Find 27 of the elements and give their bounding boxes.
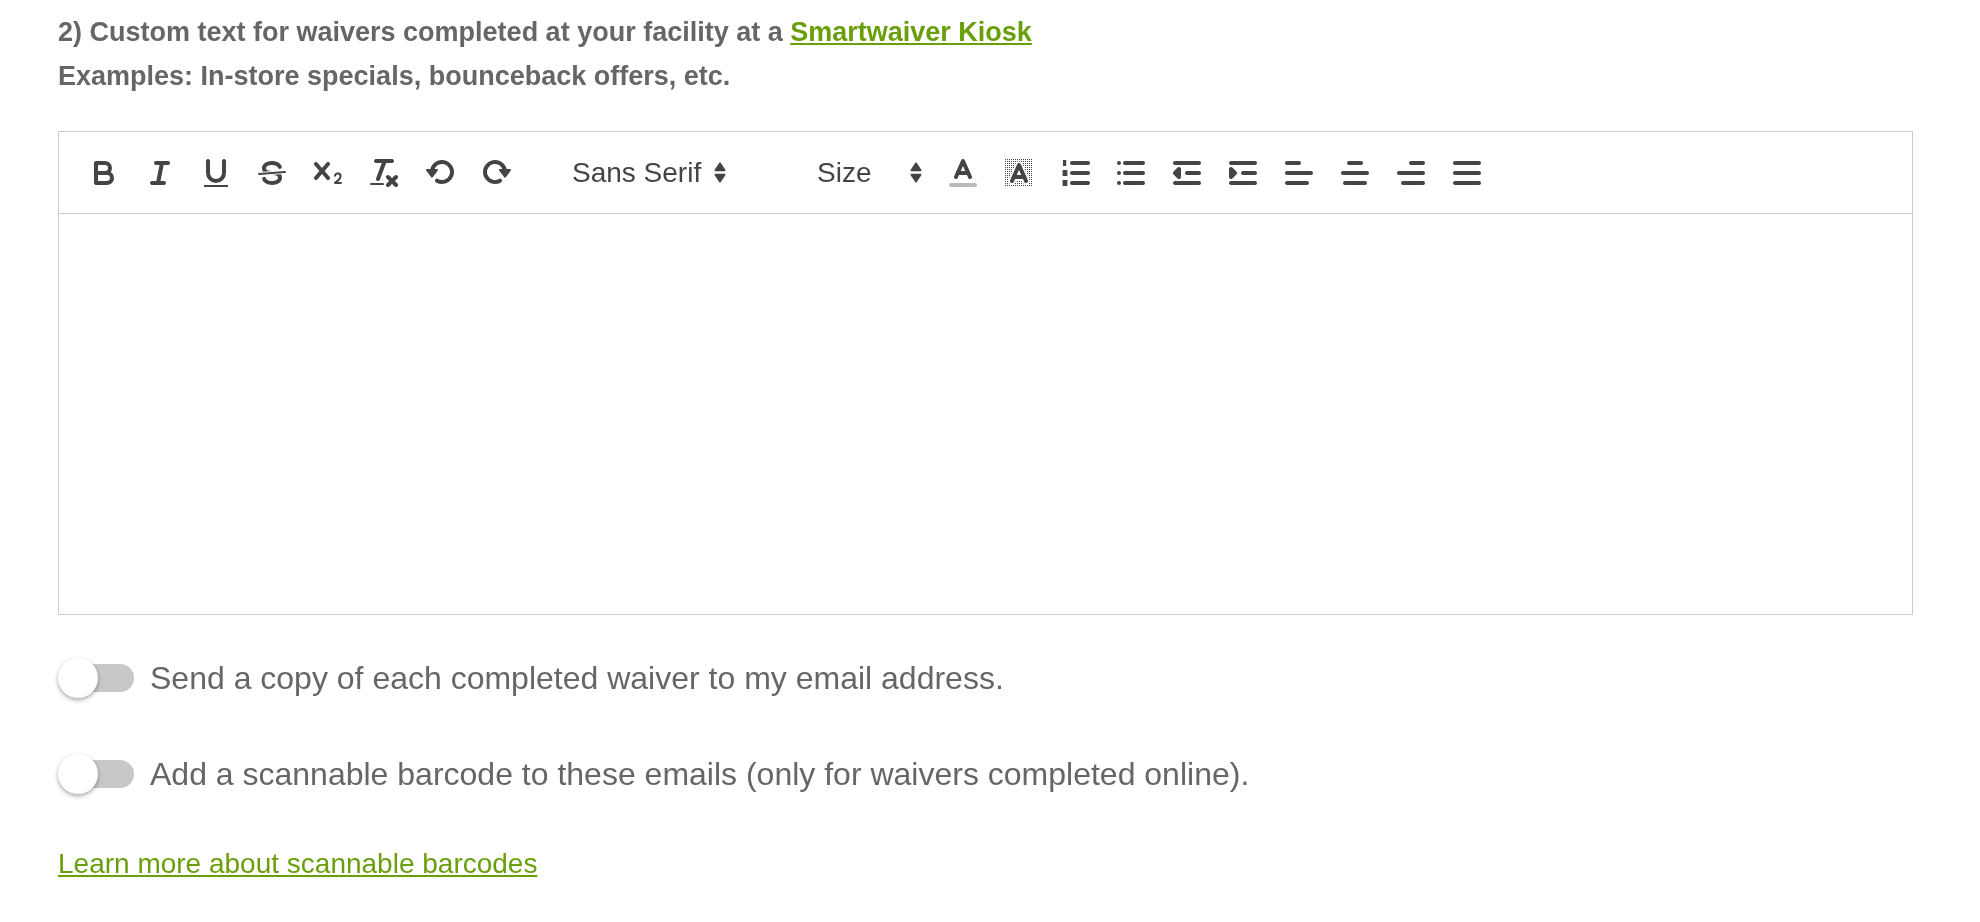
numbered-list-icon	[1060, 158, 1090, 187]
section-heading: 2) Custom text for waivers completed at your facility at a Smartwaiver Kiosk	[58, 16, 1032, 49]
undo-icon	[425, 160, 455, 185]
text-color-icon	[949, 158, 977, 187]
toggle-switch[interactable]	[58, 658, 134, 698]
align-center-icon	[1341, 160, 1369, 185]
italic-icon	[150, 160, 170, 185]
updown-arrow-icon	[910, 162, 922, 183]
align-left-icon	[1285, 160, 1313, 185]
option-label: Add a scannable barcode to these emails (only for waivers completed online).	[150, 755, 1250, 794]
clear-formatting-icon	[370, 158, 398, 187]
redo-icon	[481, 160, 511, 185]
indent-icon	[1229, 160, 1257, 185]
toggle-switch[interactable]	[58, 754, 134, 794]
bullet-list-icon	[1117, 160, 1145, 185]
font-picker[interactable]: Sans Serif	[560, 148, 736, 197]
subscript-icon	[314, 161, 342, 184]
examples-text: Examples: In-store specials, bounceback offers, etc.	[58, 60, 731, 93]
updown-arrow-icon	[714, 162, 726, 183]
strikethrough-icon	[258, 160, 286, 185]
underline-icon	[204, 158, 228, 187]
bold-icon	[94, 160, 114, 185]
size-picker[interactable]: Size	[805, 148, 935, 197]
align-right-icon	[1397, 160, 1425, 185]
justify-icon	[1453, 160, 1481, 185]
option-label: Send a copy of each completed waiver to my email address.	[150, 659, 1004, 698]
outdent-icon	[1173, 160, 1201, 185]
